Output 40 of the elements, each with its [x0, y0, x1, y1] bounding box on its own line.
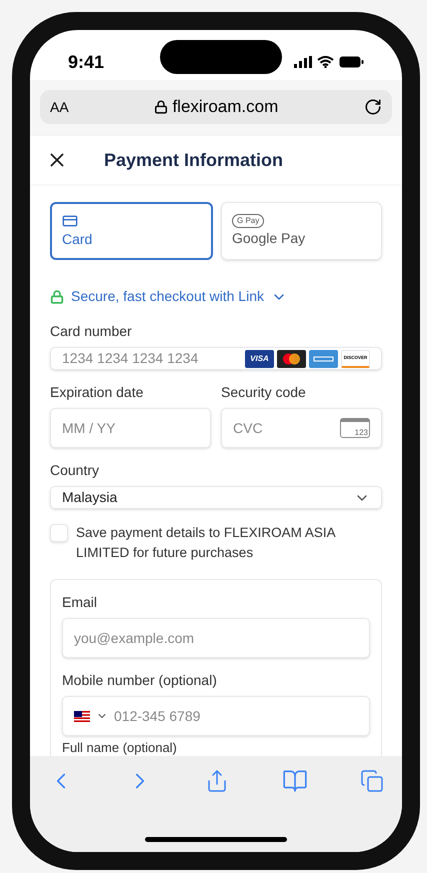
save-details-checkbox[interactable]: [50, 524, 68, 542]
status-time: 9:41: [68, 50, 104, 74]
mobile-field[interactable]: 012-345 6789: [62, 696, 370, 736]
address-bar[interactable]: AA flexiroam.com: [40, 90, 392, 124]
card-icon: [62, 212, 78, 228]
field-label: Expiration date: [50, 383, 144, 402]
gpay-badge: G Pay: [232, 214, 264, 228]
email-field[interactable]: you@example.com: [62, 618, 370, 658]
cvc-card-icon: 123: [340, 418, 370, 438]
battery-icon: [339, 56, 364, 68]
wifi-icon: [317, 56, 334, 68]
field-label: Email: [62, 593, 98, 612]
country-select[interactable]: Malaysia: [50, 486, 382, 509]
signal-icon: [294, 56, 312, 68]
save-details-label: Save payment details to FLEXIROAM ASIA LIMITED for future purchases: [76, 524, 336, 562]
lock-icon: [50, 290, 64, 304]
lock-icon: [154, 100, 168, 114]
page-title: Payment Information: [104, 148, 284, 172]
security-code-input[interactable]: CVC: [233, 418, 340, 438]
field-label: Country: [50, 461, 100, 480]
payment-method-tab[interactable]: G Pay Google Pay: [221, 202, 382, 260]
text-size-button[interactable]: AA: [50, 96, 69, 118]
field-label: Card number: [50, 322, 133, 341]
amex-logo: [309, 350, 338, 368]
field-label: Full name (optional): [62, 740, 178, 756]
card-number-input[interactable]: 1234 1234 1234 1234: [62, 348, 245, 369]
field-label: Mobile number (optional): [62, 671, 218, 690]
url-text: flexiroam.com: [172, 96, 278, 118]
expiration-field[interactable]: MM / YY: [50, 408, 211, 448]
link-checkout-button[interactable]: Secure, fast checkout with Link: [50, 286, 287, 307]
bookmarks-icon[interactable]: [282, 768, 308, 794]
mobile-number-input[interactable]: 012-345 6789: [114, 706, 358, 726]
payment-method-tab[interactable]: Card: [50, 202, 213, 260]
mastercard-logo: [277, 350, 306, 368]
reload-icon[interactable]: [364, 98, 382, 116]
malaysia-flag-icon: [74, 710, 90, 722]
visa-logo: VISA: [245, 350, 274, 368]
security-code-field[interactable]: CVC 123: [221, 408, 382, 448]
tabs-icon[interactable]: [360, 769, 384, 793]
field-label: Security code: [221, 383, 307, 402]
